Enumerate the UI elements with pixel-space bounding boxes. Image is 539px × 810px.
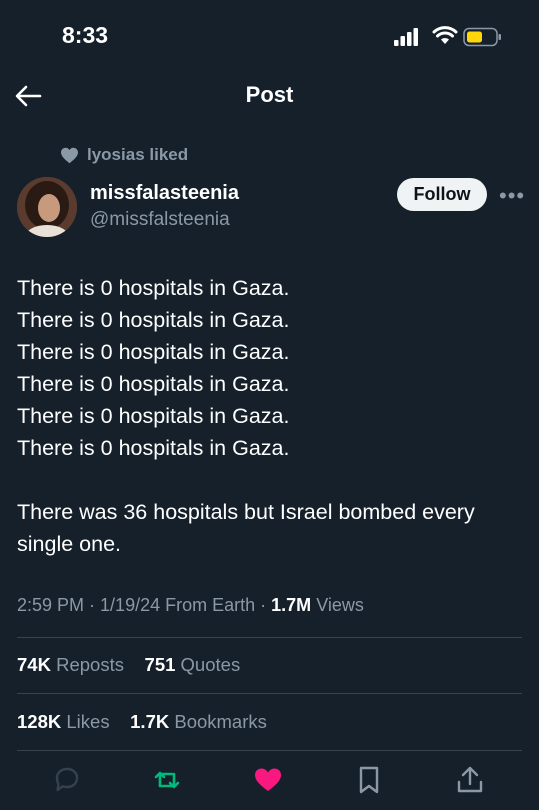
likes-label: Likes [66,711,110,732]
author-display-name[interactable]: missfalasteenia [90,182,239,205]
divider [17,637,522,638]
quotes-count: 751 [144,654,176,675]
views-label: Views [316,595,364,615]
tweet-source: From Earth [165,595,256,615]
reposts-count: 74K [17,654,51,675]
repost-icon[interactable] [151,764,183,796]
bookmarks-label: Bookmarks [174,711,267,732]
reply-icon[interactable] [51,764,83,796]
tweet-meta: 2:59 PM · 1/19/24 From Earth · 1.7M View… [17,595,364,615]
tweet-line: There is 0 hospitals in Gaza. [17,276,290,300]
status-time: 8:33 [62,22,109,48]
reposts-stat[interactable]: 74K Reposts [17,654,124,675]
social-context[interactable]: lyosias liked [60,144,188,166]
more-icon[interactable]: ••• [499,183,525,209]
social-context-text: lyosias liked [87,145,189,164]
tweet-time[interactable]: 2:59 PM [17,595,84,615]
heart-icon [61,147,78,163]
tweet-line: There is 0 hospitals in Gaza. [17,372,290,396]
bookmarks-stat[interactable]: 1.7K Bookmarks [130,711,267,732]
avatar[interactable] [17,177,77,237]
tweet-line: There is 0 hospitals in Gaza. [17,308,290,332]
quotes-stat[interactable]: 751 Quotes [145,654,241,675]
tweet-line: single one. [17,532,121,556]
tweet-line: There is 0 hospitals in Gaza. [17,436,290,460]
tweet-line: There was 36 hospitals but Israel bombed… [17,500,475,524]
stats-row-likes: 128K Likes 1.7K Bookmarks [17,711,267,733]
reposts-label: Reposts [56,654,124,675]
share-icon[interactable] [454,764,486,796]
battery-icon [463,27,501,47]
follow-button[interactable]: Follow [397,178,487,211]
tweet-text: There is 0 hospitals in Gaza. There is 0… [17,272,532,560]
tweet-line: There is 0 hospitals in Gaza. [17,404,290,428]
quotes-label: Quotes [180,654,241,675]
stats-row-reposts: 74K Reposts 751 Quotes [17,654,240,676]
post-header: Post [0,70,539,122]
cellular-signal-icon [394,28,418,46]
tweet-date[interactable]: 1/19/24 [100,595,160,615]
bookmarks-count: 1.7K [130,711,170,732]
bookmark-icon[interactable] [353,764,385,796]
divider [17,693,522,694]
likes-stat[interactable]: 128K Likes [17,711,110,732]
divider [17,750,522,751]
page-title: Post [245,82,294,107]
like-icon[interactable] [252,764,284,796]
likes-count: 128K [17,711,62,732]
wifi-icon [432,26,458,44]
views-count: 1.7M [271,595,312,615]
tweet-line: There is 0 hospitals in Gaza. [17,340,290,364]
author-handle[interactable]: @missfalsteenia [90,209,230,231]
status-bar: 8:33 [0,0,539,70]
